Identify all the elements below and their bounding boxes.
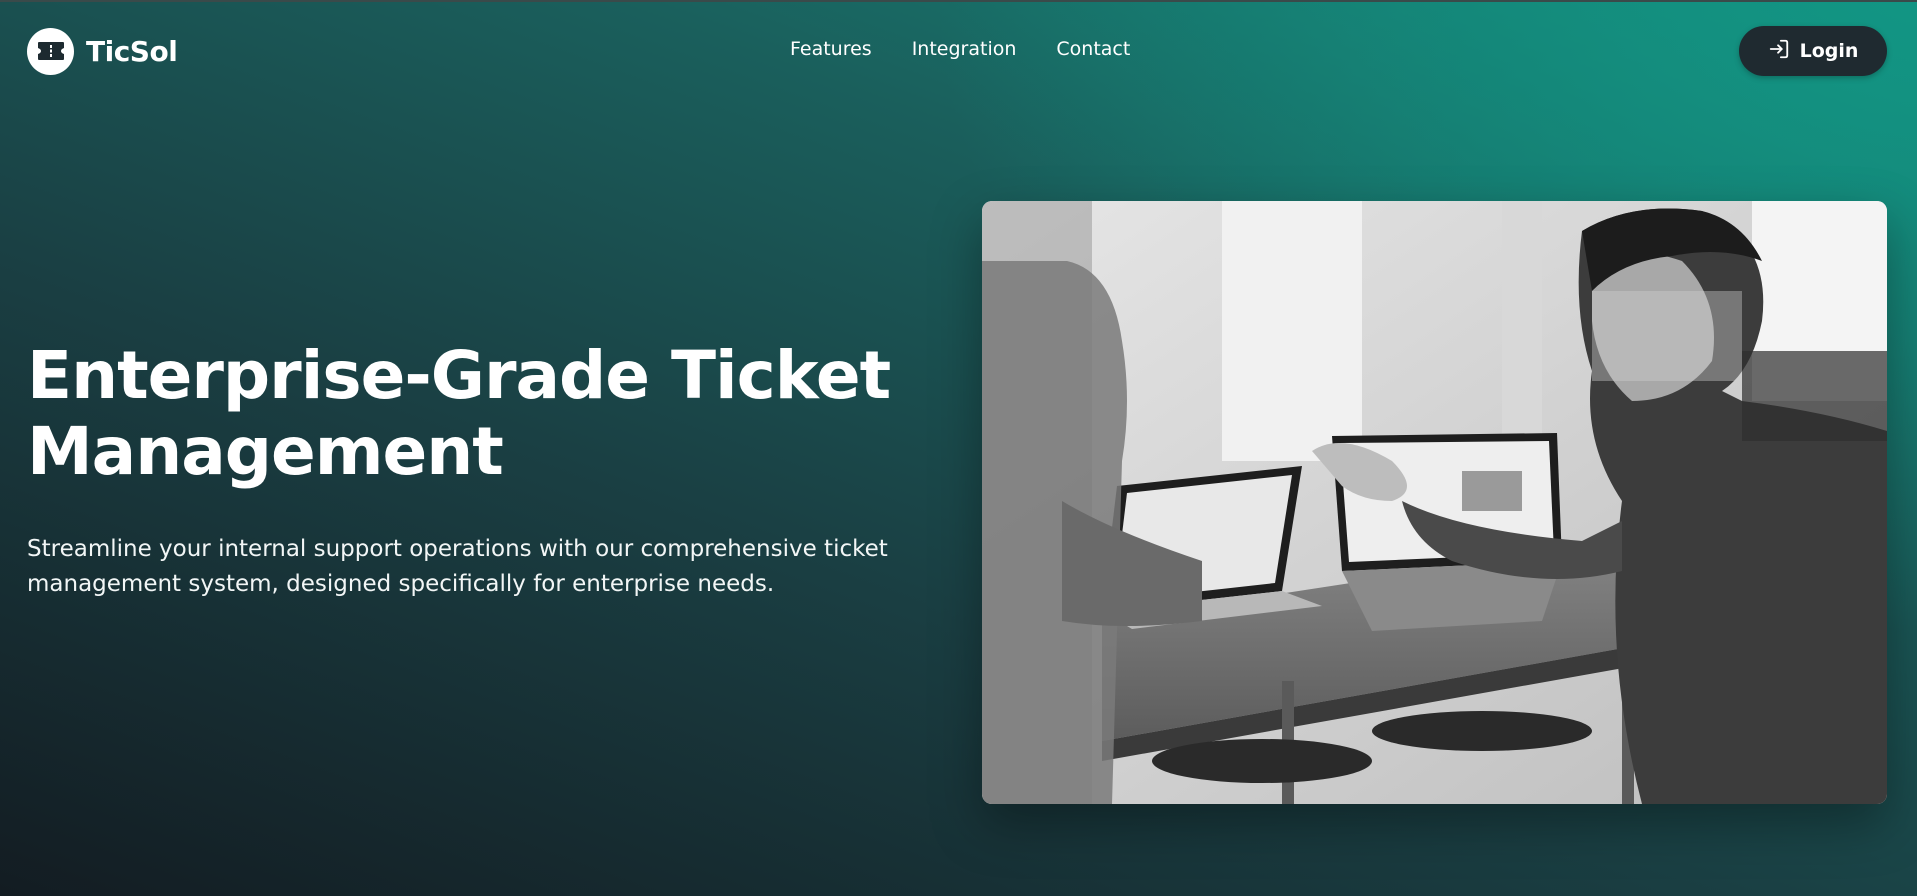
brand[interactable]: TicSol [27,27,178,75]
ticket-icon [27,27,74,75]
brand-name: TicSol [86,34,178,68]
sign-in-icon [1768,38,1790,64]
nav-link-integration[interactable]: Integration [912,38,1017,60]
nav-link-contact[interactable]: Contact [1056,38,1130,60]
nav-link-features[interactable]: Features [790,38,872,60]
hero-title: Enterprise-Grade Ticket Management [27,337,891,490]
team-working-photo [982,201,1887,804]
login-button[interactable]: Login [1739,26,1887,76]
navbar: TicSol Features Integration Contact Logi… [0,0,1917,102]
login-label: Login [1799,40,1859,62]
nav-links: Features Integration Contact [790,38,1130,60]
hero-subtitle: Streamline your internal support operati… [27,536,888,597]
